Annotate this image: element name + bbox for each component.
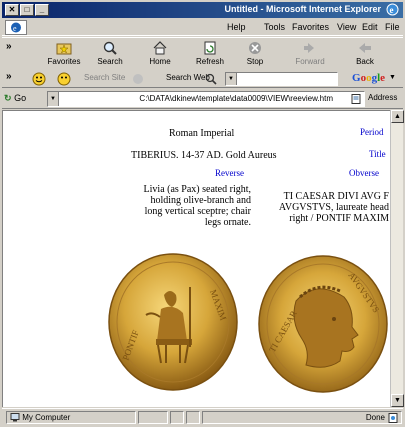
stop-icon <box>249 42 261 54</box>
address-label: Address <box>368 93 398 102</box>
reverse-text: Livia (as Pax) seated right, holding oli… <box>143 184 251 228</box>
search-site-button[interactable]: Search Site <box>84 73 125 82</box>
menu-favorites[interactable]: Favorites <box>292 22 329 32</box>
page-content: Period Title Obverse Reverse Roman Imper… <box>2 110 390 407</box>
magnifier-icon <box>103 41 117 55</box>
window-controls: ✕ □ _ <box>5 4 49 16</box>
coin-obverse-image: TI CAESAR AVGVSTVS <box>258 255 388 393</box>
toolbar-chevron[interactable]: » <box>6 41 12 52</box>
home-icon <box>153 41 167 55</box>
label-reverse[interactable]: Reverse <box>215 168 244 178</box>
star-folder-icon <box>56 43 72 55</box>
forward-button[interactable]: Forward <box>292 40 328 72</box>
address-input[interactable]: ▼ C:\DATA\dkinew\template\data0009\VIEW\… <box>47 91 365 107</box>
close-button[interactable]: ✕ <box>5 4 19 16</box>
menu-help[interactable]: Help <box>227 22 246 32</box>
standard-toolbar: » Favorites Search Home Refresh Stop For… <box>2 37 403 73</box>
period-value: Roman Imperial <box>169 128 235 139</box>
browser-window: ✕ □ _ Untitled - Microsoft Internet Expl… <box>0 0 405 427</box>
google-toolbar: » Search Site Search Web ▼ Google ▼ <box>2 70 403 88</box>
favorites-button[interactable]: Favorites <box>46 40 82 72</box>
ie-throbber-icon: e <box>5 20 27 35</box>
status-text: Done <box>202 411 402 424</box>
scroll-down-icon[interactable]: ▼ <box>391 394 404 407</box>
forward-arrow-icon <box>304 43 314 53</box>
refresh-icon <box>204 41 216 55</box>
go-button[interactable]: ↻ Go <box>4 91 42 106</box>
ie-logo-icon: e <box>386 3 399 16</box>
status-panel-2 <box>138 411 168 424</box>
home-button[interactable]: Home <box>142 40 178 72</box>
pagerank-icon[interactable] <box>57 72 71 86</box>
google-search-input[interactable]: ▼ <box>225 72 338 86</box>
obverse-text: TI CAESAR DIVI AVG F AVGVSTVS, laureate … <box>278 191 389 224</box>
search-site-icon <box>133 74 143 84</box>
status-bar: My Computer Done <box>2 408 403 425</box>
status-panel-4 <box>186 411 200 424</box>
menu-file[interactable]: File <box>385 22 400 32</box>
page-done-icon <box>388 413 398 423</box>
title-bar: ✕ □ _ Untitled - Microsoft Internet Expl… <box>2 2 403 18</box>
label-period[interactable]: Period <box>360 127 384 137</box>
computer-icon <box>10 413 20 422</box>
minimize-button[interactable]: _ <box>35 4 49 16</box>
dropdown-arrow-icon[interactable]: ▼ <box>226 73 237 85</box>
status-zone: My Computer <box>6 411 136 424</box>
address-bar: ↻ Go ▼ C:\DATA\dkinew\template\data0009\… <box>2 89 403 109</box>
menu-edit[interactable]: Edit <box>362 22 378 32</box>
back-arrow-icon <box>359 43 371 53</box>
menu-bar: e Help Tools Favorites View Edit File <box>2 19 403 36</box>
svg-text:e: e <box>13 24 17 33</box>
title-value: TIBERIUS. 14-37 AD. Gold Aureus <box>131 150 277 161</box>
scroll-up-icon[interactable]: ▲ <box>391 110 404 123</box>
search-web-button[interactable]: Search Web <box>166 73 210 82</box>
go-arrow-icon: ↻ <box>4 93 12 103</box>
google-menu-arrow-icon[interactable]: ▼ <box>389 74 396 81</box>
status-panel-3 <box>170 411 184 424</box>
address-dropdown-icon[interactable]: ▼ <box>48 92 59 106</box>
vertical-scrollbar[interactable]: ▲ ▼ <box>390 110 404 407</box>
coin-reverse-image: PONTIF MAXIM <box>108 253 238 391</box>
address-value: C:\DATA\dkinew\template\data0009\VIEW\re… <box>139 94 333 103</box>
page-icon <box>351 94 361 104</box>
smiley-icon[interactable] <box>32 72 46 86</box>
svg-text:e: e <box>390 5 394 15</box>
search-web-icon <box>205 73 217 85</box>
google-toolbar-chevron[interactable]: » <box>6 71 12 82</box>
refresh-button[interactable]: Refresh <box>192 40 228 72</box>
window-title: Untitled - Microsoft Internet Explorer <box>224 4 381 14</box>
label-obverse[interactable]: Obverse <box>349 168 379 178</box>
google-logo[interactable]: Google <box>352 72 385 84</box>
menu-tools[interactable]: Tools <box>264 22 285 32</box>
search-button[interactable]: Search <box>92 40 128 72</box>
back-button[interactable]: Back <box>347 40 383 72</box>
maximize-button[interactable]: □ <box>20 4 34 16</box>
menu-view[interactable]: View <box>337 22 356 32</box>
stop-button[interactable]: Stop <box>237 40 273 72</box>
label-title[interactable]: Title <box>369 149 386 159</box>
